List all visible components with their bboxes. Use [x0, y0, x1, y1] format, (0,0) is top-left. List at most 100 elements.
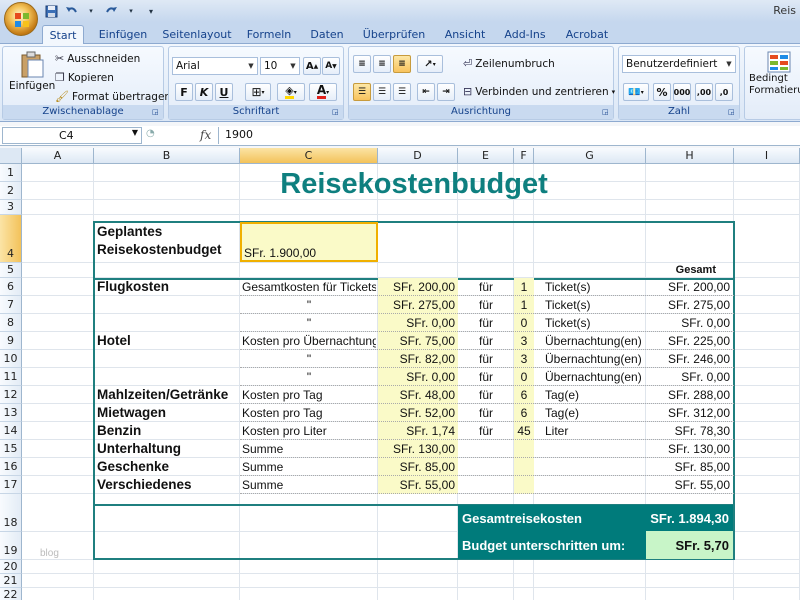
quantity-cell[interactable] — [514, 440, 534, 458]
row-header-20[interactable]: 20 — [0, 560, 22, 574]
increase-indent-button[interactable]: ⇥ — [437, 83, 455, 101]
quantity-cell[interactable]: 3 — [514, 350, 534, 368]
orientation-button[interactable]: ↗ ▾ — [417, 55, 443, 73]
format-painter-button[interactable]: 🖌 Format übertragen — [55, 90, 171, 103]
quantity-cell[interactable]: 0 — [514, 314, 534, 332]
quantity-cell[interactable]: 6 — [514, 386, 534, 404]
tab-einfuegen[interactable]: Einfügen — [92, 25, 154, 44]
select-all-corner[interactable] — [0, 148, 22, 164]
tab-acrobat[interactable]: Acrobat — [562, 25, 612, 44]
row-header-5[interactable]: 5 — [0, 263, 22, 278]
row-header-12[interactable]: 12 — [0, 386, 22, 404]
tab-seitenlayout[interactable]: Seitenlayout — [160, 25, 234, 44]
column-header-i[interactable]: I — [734, 148, 800, 164]
unit-cost-cell[interactable]: SFr. 55,00 — [378, 476, 458, 494]
copy-button[interactable]: ❐ Kopieren — [55, 71, 114, 84]
bold-button[interactable]: F — [175, 83, 193, 101]
align-top-button[interactable]: ≡ — [353, 55, 371, 73]
save-icon[interactable] — [44, 4, 58, 18]
row-header-3[interactable]: 3 — [0, 200, 22, 215]
conditional-formatting-button[interactable]: Bedingt Formatieru — [749, 51, 800, 97]
column-header-a[interactable]: A — [22, 148, 94, 164]
unit-cost-cell[interactable]: SFr. 52,00 — [378, 404, 458, 422]
row-header-8[interactable]: 8 — [0, 314, 22, 332]
number-format-select[interactable]: Benutzerdefiniert ▼ — [622, 55, 736, 73]
quantity-cell[interactable]: 1 — [514, 278, 534, 296]
column-header-e[interactable]: E — [458, 148, 514, 164]
row-header-1[interactable]: 1 — [0, 164, 22, 182]
tab-add-ins[interactable]: Add-Ins — [500, 25, 550, 44]
column-header-f[interactable]: F — [514, 148, 534, 164]
office-button[interactable] — [4, 2, 38, 36]
insert-function-button[interactable]: fx — [200, 128, 211, 142]
row-header-17[interactable]: 17 — [0, 476, 22, 494]
unit-cost-cell[interactable]: SFr. 82,00 — [378, 350, 458, 368]
row-header-18[interactable]: 18 — [0, 494, 22, 532]
merge-center-button[interactable]: ⊟ Verbinden und zentrieren ▾ — [463, 85, 615, 98]
decrease-indent-button[interactable]: ⇤ — [417, 83, 435, 101]
redo-icon[interactable] — [104, 4, 118, 18]
formula-input[interactable]: 1900 — [218, 127, 798, 144]
grow-font-button[interactable]: A ▲ — [303, 57, 321, 75]
quantity-cell[interactable]: 6 — [514, 404, 534, 422]
dropdown-arrow-icon[interactable]: ▾ — [124, 4, 138, 18]
total-cost-value[interactable]: SFr. 1.894,30 — [646, 505, 733, 531]
increase-decimal-button[interactable]: ,00 — [695, 83, 713, 101]
dialog-launcher-icon[interactable]: ◲ — [728, 108, 737, 117]
font-size-select[interactable]: 10 ▼ — [260, 57, 300, 75]
row-header-6[interactable]: 6 — [0, 278, 22, 296]
row-header-22[interactable]: 22 — [0, 588, 22, 600]
borders-button[interactable]: ⊞ ▾ — [245, 83, 271, 101]
unit-cost-cell[interactable]: SFr. 275,00 — [378, 296, 458, 314]
row-header-10[interactable]: 10 — [0, 350, 22, 368]
column-header-d[interactable]: D — [378, 148, 458, 164]
cut-button[interactable]: ✂ Ausschneiden — [55, 52, 140, 65]
align-bottom-button[interactable]: ≡ — [393, 55, 411, 73]
row-header-2[interactable]: 2 — [0, 182, 22, 200]
unit-cost-cell[interactable]: SFr. 85,00 — [378, 458, 458, 476]
shrink-font-button[interactable]: A ▼ — [322, 57, 340, 75]
column-header-b[interactable]: B — [94, 148, 240, 164]
unit-cost-cell[interactable]: SFr. 48,00 — [378, 386, 458, 404]
italic-button[interactable]: K — [195, 83, 213, 101]
tab-ansicht[interactable]: Ansicht — [440, 25, 490, 44]
column-header-h[interactable]: H — [646, 148, 734, 164]
row-header-7[interactable]: 7 — [0, 296, 22, 314]
unit-cost-cell[interactable]: SFr. 1,74 — [378, 422, 458, 440]
unit-cost-cell[interactable]: SFr. 0,00 — [378, 314, 458, 332]
row-header-21[interactable]: 21 — [0, 574, 22, 588]
budget-under-value[interactable]: SFr. 5,70 — [646, 531, 733, 559]
row-header-13[interactable]: 13 — [0, 404, 22, 422]
tab-formeln[interactable]: Formeln — [242, 25, 296, 44]
dialog-launcher-icon[interactable]: ◲ — [332, 108, 341, 117]
row-header-19[interactable]: 19 — [0, 532, 22, 560]
quantity-cell[interactable]: 3 — [514, 332, 534, 350]
tab-daten[interactable]: Daten — [306, 25, 348, 44]
percent-button[interactable]: % — [653, 83, 671, 101]
quantity-cell[interactable]: 1 — [514, 296, 534, 314]
planned-budget-cell-c4[interactable]: SFr. 1.900,00 — [240, 222, 378, 262]
row-header-15[interactable]: 15 — [0, 440, 22, 458]
fill-color-button[interactable]: ◈ ▾ — [277, 83, 305, 101]
paste-button[interactable]: Einfügen — [9, 51, 55, 92]
row-header-14[interactable]: 14 — [0, 422, 22, 440]
worksheet[interactable]: ABCDEFGHI 1 2 3 4 5 6 7 8 9 10 11 12 13 14 15 16 17 18 19 2… — [0, 148, 800, 600]
tab-start[interactable]: Start — [42, 25, 84, 44]
row-header-16[interactable]: 16 — [0, 458, 22, 476]
customize-qat-icon[interactable]: ▾ — [144, 4, 158, 18]
dialog-launcher-icon[interactable]: ◲ — [152, 108, 161, 117]
row-header-9[interactable]: 9 — [0, 332, 22, 350]
column-header-g[interactable]: G — [534, 148, 646, 164]
align-right-button[interactable]: ☰ — [393, 83, 411, 101]
tab-ueberpruefen[interactable]: Überprüfen — [360, 25, 428, 44]
unit-cost-cell[interactable]: SFr. 75,00 — [378, 332, 458, 350]
dropdown-arrow-icon[interactable]: ▾ — [84, 4, 98, 18]
wrap-text-button[interactable]: ⏎ Zeilenumbruch — [463, 57, 555, 70]
currency-format-button[interactable]: 💶 ▾ — [623, 83, 649, 101]
align-left-button[interactable]: ☰ — [353, 83, 371, 101]
decrease-decimal-button[interactable]: ,0 — [715, 83, 733, 101]
column-header-c[interactable]: C — [240, 148, 378, 164]
quantity-cell[interactable] — [514, 458, 534, 476]
row-header-4[interactable]: 4 — [0, 215, 22, 263]
quantity-cell[interactable]: 45 — [514, 422, 534, 440]
